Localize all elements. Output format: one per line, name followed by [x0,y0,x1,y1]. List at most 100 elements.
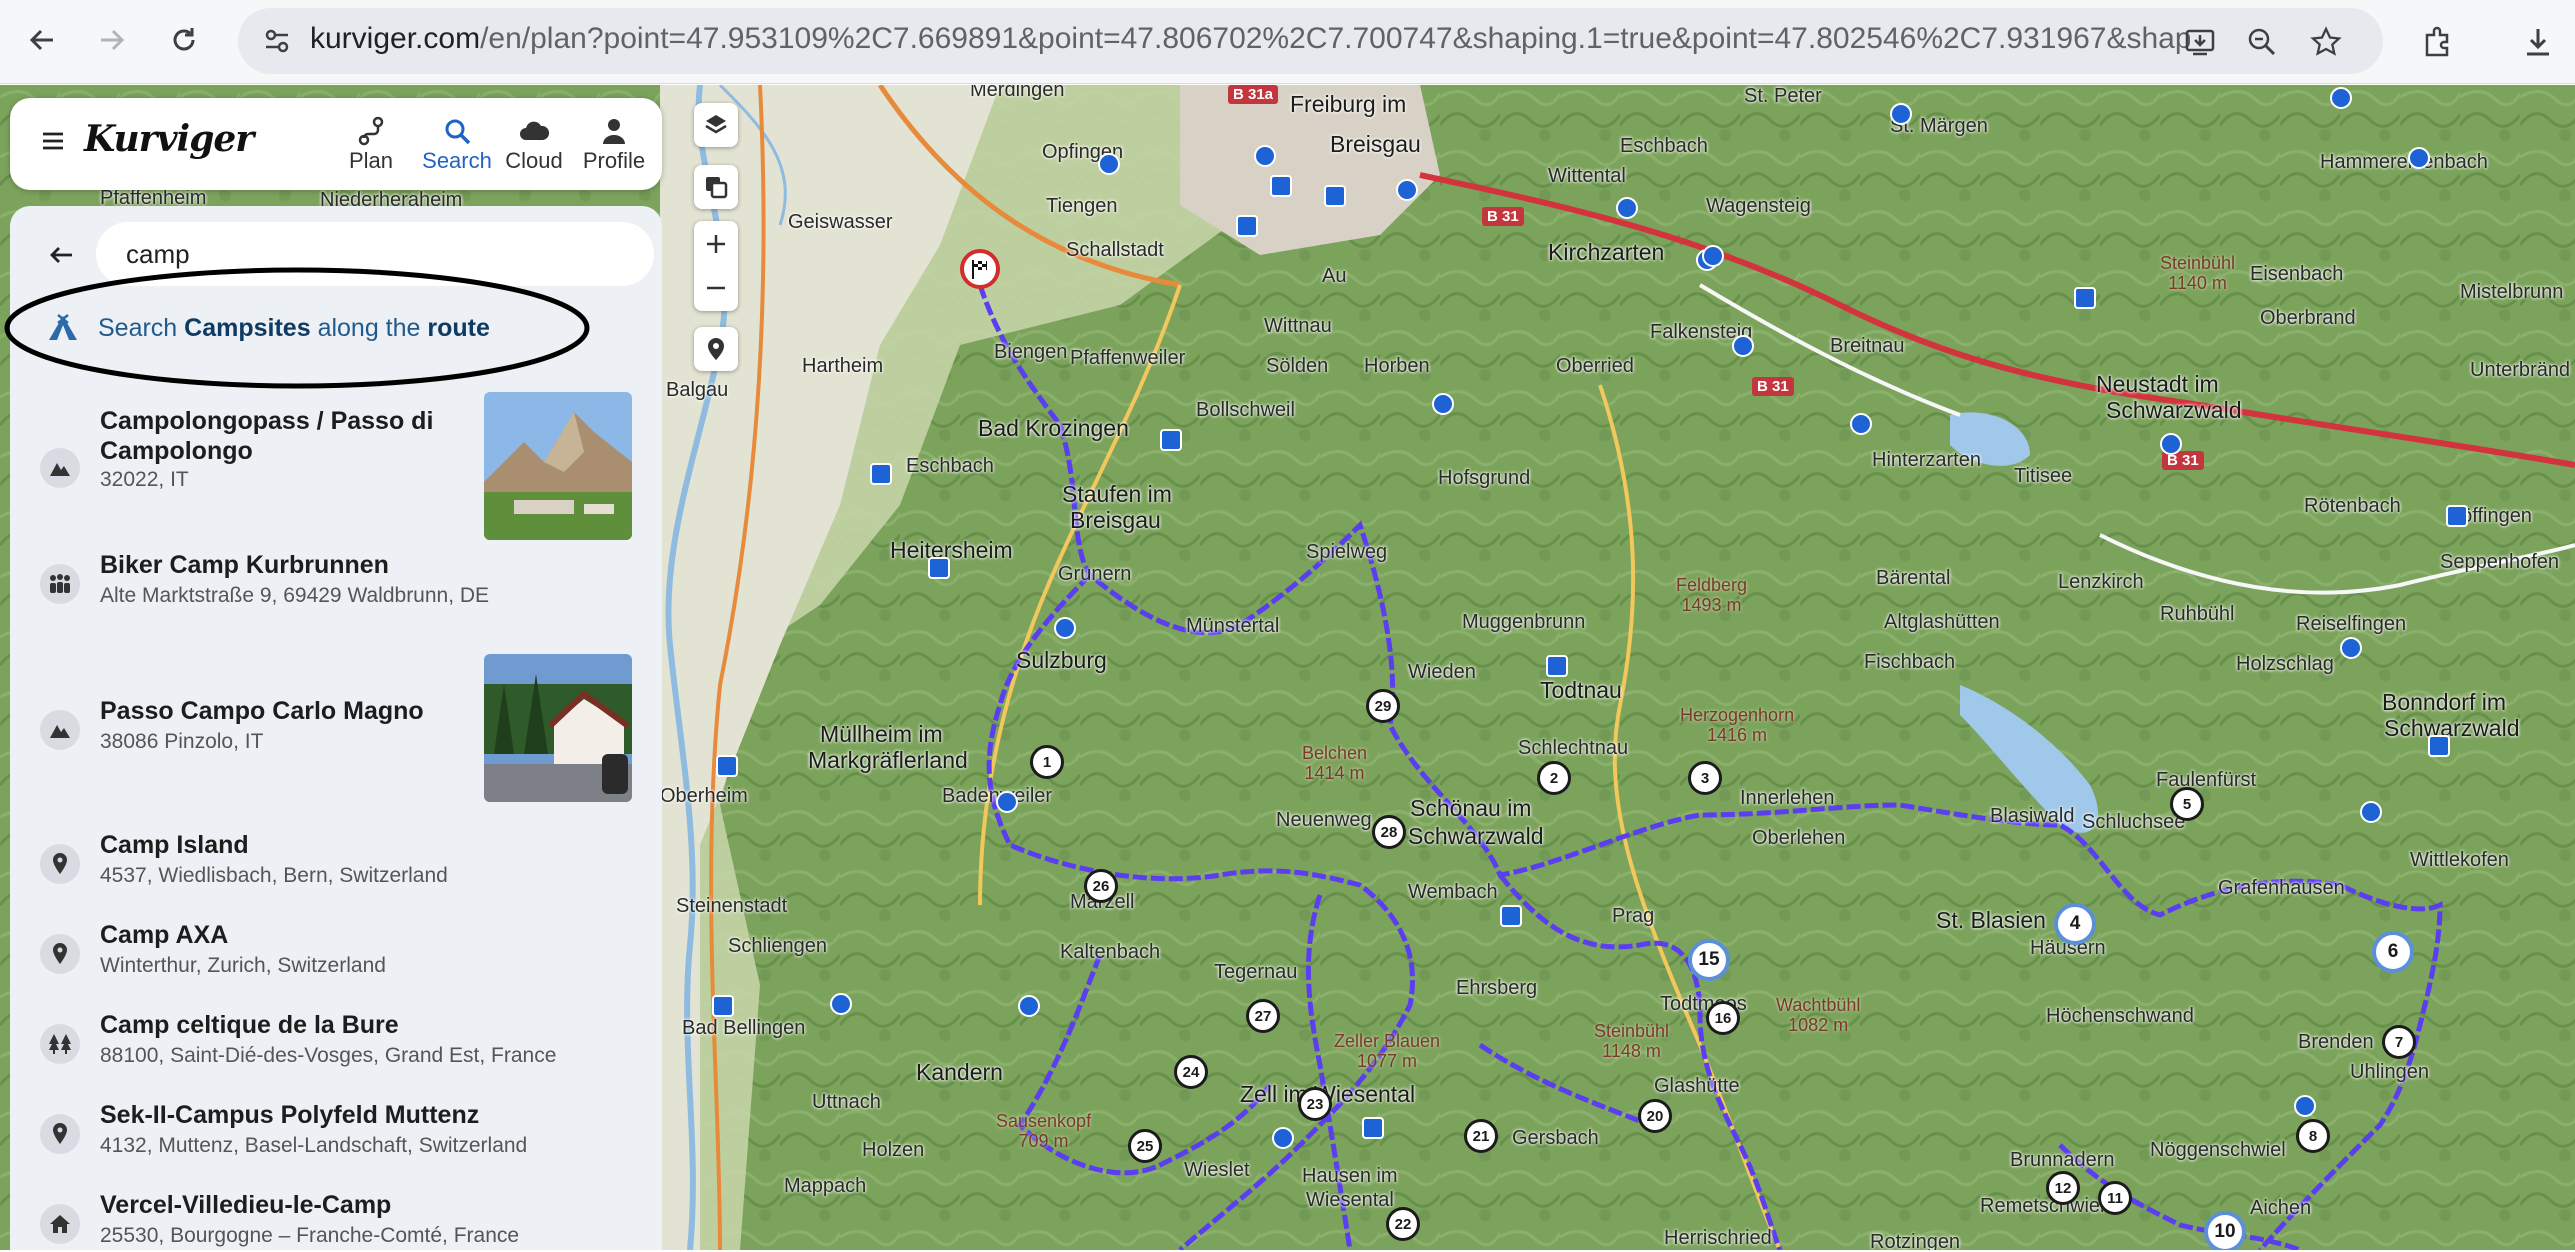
tab-profile[interactable]: Profile [574,116,654,174]
poi-marker-icon[interactable] [1432,393,1454,415]
waypoint-marker[interactable]: 26 [1084,869,1118,903]
waypoint-marker[interactable]: 3 [1688,761,1722,795]
waypoint-marker[interactable]: 20 [1638,1099,1672,1133]
waypoint-marker[interactable]: 10 [2204,1211,2246,1250]
start-flag-icon[interactable] [960,249,1000,289]
place-label: Brenden [2298,1031,2374,1053]
waypoint-marker[interactable]: 27 [1246,999,1280,1033]
poi-marker-icon[interactable] [1890,103,1912,125]
app-logo[interactable]: Kurviger [84,118,254,160]
waypoint-marker[interactable]: 25 [1128,1129,1162,1163]
back-arrow-icon[interactable] [20,18,64,62]
place-label: Kaltenbach [1060,941,1161,963]
place-label: Breisgau [1330,131,1421,157]
fuel-station-icon[interactable] [1236,215,1258,237]
overlay-icon[interactable] [694,165,738,209]
search-result[interactable]: Campolongopass / Passo di Campolongo 320… [10,386,662,540]
poi-marker-icon[interactable] [1254,145,1276,167]
waypoint-marker[interactable]: 24 [1174,1055,1208,1089]
search-result[interactable]: Biker Camp Kurbrunnen Alte Marktstraße 9… [10,542,662,642]
fuel-station-icon[interactable] [928,557,950,579]
search-result[interactable]: Camp AXA Winterthur, Zurich, Switzerland [10,912,662,992]
download-icon[interactable] [2514,18,2562,66]
poi-marker-icon[interactable] [1732,335,1754,357]
poi-marker-icon[interactable] [1396,179,1418,201]
fuel-station-icon[interactable] [1500,905,1522,927]
poi-marker-icon[interactable] [1272,1127,1294,1149]
place-label: Grafenhausen [2218,877,2345,899]
poi-marker-icon[interactable] [1702,245,1724,267]
waypoint-marker[interactable]: 29 [1366,689,1400,723]
zoom-icon[interactable] [2242,22,2282,62]
place-label: Mappach [784,1175,867,1197]
poi-marker-icon[interactable] [1616,197,1638,219]
my-location-icon[interactable] [694,327,738,371]
poi-marker-icon[interactable] [2408,147,2430,169]
install-app-icon[interactable] [2180,22,2220,62]
search-result[interactable]: Sek-II-Campus Polyfeld Muttenz 4132, Mut… [10,1092,662,1172]
result-subtitle: 88100, Saint-Dié-des-Vosges, Grand Est, … [100,1044,557,1067]
bookmark-star-icon[interactable] [2306,22,2346,62]
place-label: Uhlingen [2350,1061,2429,1083]
address-bar[interactable]: kurviger.com/en/plan?point=47.953109%2C7… [238,8,2383,74]
reload-icon[interactable] [162,18,206,62]
poi-marker-icon[interactable] [1850,413,1872,435]
poi-marker-icon[interactable] [2160,433,2182,455]
extensions-icon[interactable] [2414,18,2462,66]
waypoint-marker[interactable]: 11 [2098,1181,2132,1215]
layers-icon[interactable] [694,103,738,147]
search-result[interactable]: Vercel-Villedieu-le-Camp 25530, Bourgogn… [10,1182,662,1252]
fuel-station-icon[interactable] [1362,1117,1384,1139]
waypoint-marker[interactable]: 5 [2170,787,2204,821]
waypoint-marker[interactable]: 21 [1464,1119,1498,1153]
zoom-in-icon[interactable] [705,222,727,266]
poi-marker-icon[interactable] [2294,1095,2316,1117]
poi-marker-icon[interactable] [2340,637,2362,659]
fuel-station-icon[interactable] [1160,429,1182,451]
waypoint-marker[interactable]: 15 [1688,939,1730,981]
fuel-station-icon[interactable] [712,995,734,1017]
fuel-station-icon[interactable] [716,755,738,777]
fuel-station-icon[interactable] [2428,735,2450,757]
place-label: Staufen im [1062,481,1172,507]
poi-marker-icon[interactable] [1054,617,1076,639]
waypoint-marker[interactable]: 28 [1372,815,1406,849]
fuel-station-icon[interactable] [1546,655,1568,677]
waypoint-marker[interactable]: 8 [2296,1119,2330,1153]
search-result[interactable]: Passo Campo Carlo Magno 38086 Pinzolo, I… [10,652,662,804]
fuel-station-icon[interactable] [2446,505,2468,527]
place-label: Bärental [1876,567,1951,589]
waypoint-marker[interactable]: 12 [2046,1171,2080,1205]
fuel-station-icon[interactable] [2074,287,2096,309]
waypoint-marker[interactable]: 6 [2372,931,2414,973]
forward-arrow-icon[interactable] [90,18,134,62]
poi-marker-icon[interactable] [1098,153,1120,175]
waypoint-marker[interactable]: 22 [1386,1207,1420,1241]
waypoint-marker[interactable]: 1 [1030,745,1064,779]
tab-label: Profile [582,148,646,173]
poi-marker-icon[interactable] [830,993,852,1015]
poi-marker-icon[interactable] [996,791,1018,813]
poi-marker-icon[interactable] [2360,801,2382,823]
poi-marker-icon[interactable] [1018,995,1040,1017]
tab-search[interactable]: Search [414,116,500,174]
waypoint-marker[interactable]: 23 [1298,1087,1332,1121]
result-title: Camp AXA [100,921,229,949]
fuel-station-icon[interactable] [1324,185,1346,207]
fuel-station-icon[interactable] [1270,175,1292,197]
search-result[interactable]: Camp celtique de la Bure 88100, Saint-Di… [10,1002,662,1082]
fuel-station-icon[interactable] [870,463,892,485]
site-info-icon[interactable] [258,22,296,60]
place-label: Hartheim [802,355,884,377]
url-text[interactable]: kurviger.com/en/plan?point=47.953109%2C7… [310,22,2190,56]
tab-plan[interactable]: Plan [336,116,406,174]
waypoint-marker[interactable]: 7 [2382,1025,2416,1059]
waypoint-marker[interactable]: 16 [1706,1001,1740,1035]
poi-marker-icon[interactable] [2330,87,2352,109]
waypoint-marker[interactable]: 4 [2054,903,2096,945]
tab-cloud[interactable]: Cloud [494,116,574,174]
search-result[interactable]: Camp Island 4537, Wiedlisbach, Bern, Swi… [10,822,662,902]
zoom-out-icon[interactable] [705,266,727,310]
waypoint-marker[interactable]: 2 [1537,761,1571,795]
hamburger-menu-icon[interactable] [40,128,66,154]
